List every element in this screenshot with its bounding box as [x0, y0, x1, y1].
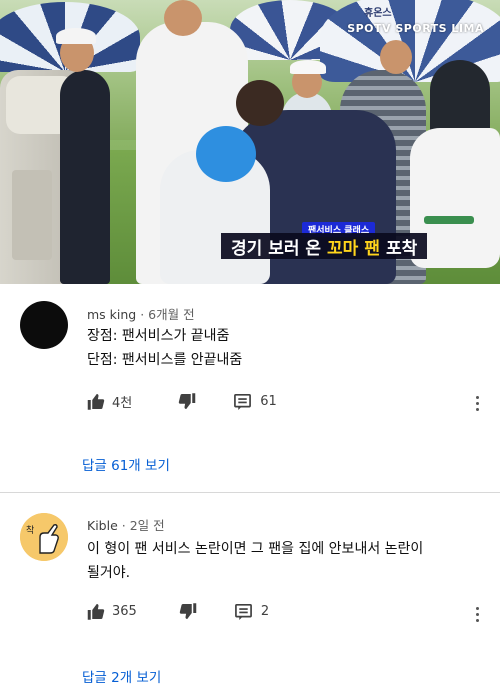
- caption-highlight: 꼬마: [327, 238, 359, 259]
- meta-separator: ·: [140, 307, 149, 322]
- comment-line: 될거야.: [87, 565, 131, 581]
- video-frame[interactable]: 휴온스 SPOTV SPORTS LIMA 팬서비스 클래스 경기 보러 온 꼬…: [0, 0, 500, 284]
- umbrella-brand-text: 휴온스: [364, 8, 392, 19]
- comment-actions: 365 2: [87, 603, 269, 620]
- comment-line: 장점: 팬서비스가 끝내줌: [87, 328, 230, 344]
- author-name[interactable]: ms king: [87, 307, 136, 322]
- like-count: 365: [112, 604, 137, 619]
- comment-icon: [234, 393, 252, 410]
- reply-count: 61: [260, 394, 277, 409]
- golfer-head: [236, 80, 284, 126]
- reply-count: 2: [260, 604, 270, 619]
- more-vert-icon[interactable]: [476, 607, 480, 625]
- spectator-head: [164, 0, 202, 36]
- like-count: 4천: [112, 396, 133, 411]
- thumbs-down-icon: [178, 393, 196, 410]
- comment-line: 단점: 팬서비스를 안끝내줌: [87, 352, 243, 368]
- comment-time[interactable]: 6개월 전: [148, 307, 194, 322]
- spectator-dark: [60, 70, 110, 284]
- spectator-cap: [290, 60, 326, 74]
- comment-icon: [234, 603, 252, 620]
- reply-button[interactable]: 2: [234, 603, 270, 620]
- comment-text: 장점: 팬서비스가 끝내줌 단점: 팬서비스를 안끝내줌: [87, 324, 477, 372]
- thumbs-up-icon: [87, 603, 105, 620]
- svg-text:착: 착: [26, 525, 34, 536]
- comment-time[interactable]: 2일 전: [130, 518, 165, 533]
- video-caption: 경기 보러 온 꼬마 팬 포착: [221, 233, 428, 259]
- view-replies-link[interactable]: 답글 61개 보기: [82, 454, 170, 474]
- comment-actions: 4천 61: [87, 392, 277, 411]
- more-vert-icon[interactable]: [476, 396, 480, 414]
- author-name[interactable]: Kible: [87, 518, 118, 533]
- avatar[interactable]: [20, 301, 68, 349]
- thumbs-up-icon: [87, 393, 105, 410]
- kid-blue-cap: [196, 126, 256, 182]
- caption-part: 포착: [385, 238, 418, 259]
- like-button[interactable]: 4천: [87, 392, 132, 411]
- comment-meta: ms king · 6개월 전: [87, 304, 195, 323]
- caption-part: 경기 보러 온: [231, 238, 322, 259]
- comment-text: 이 형이 팬 서비스 논란이면 그 팬을 집에 안보내서 논란이 될거야.: [87, 537, 477, 585]
- comment: ms king · 6개월 전 장점: 팬서비스가 끝내줌 단점: 팬서비스를 …: [0, 284, 500, 492]
- like-button[interactable]: 365: [87, 603, 137, 620]
- meta-separator: ·: [121, 518, 130, 533]
- comment: 착 Kible · 2일 전 이 형이 팬 서비스 논란이면 그 팬을 집에 안…: [0, 492, 500, 691]
- caption-highlight: 팬: [364, 238, 380, 259]
- broadcast-logo: SPOTV SPORTS LIMA: [347, 22, 484, 35]
- dislike-button[interactable]: [179, 603, 197, 620]
- thumbs-down-icon: [179, 603, 197, 620]
- dislike-button[interactable]: [178, 393, 196, 410]
- avatar[interactable]: 착: [20, 513, 68, 561]
- hand-drawing-icon: 착: [20, 513, 68, 561]
- spectator-head: [380, 40, 412, 74]
- comment-line: 이 형이 팬 서비스 논란이면 그 팬을 집에 안보내서 논란이: [87, 541, 424, 557]
- comment-meta: Kible · 2일 전: [87, 515, 165, 534]
- spectator-cap: [56, 28, 96, 44]
- view-replies-link[interactable]: 답글 2개 보기: [82, 666, 161, 686]
- reply-button[interactable]: 61: [234, 393, 277, 410]
